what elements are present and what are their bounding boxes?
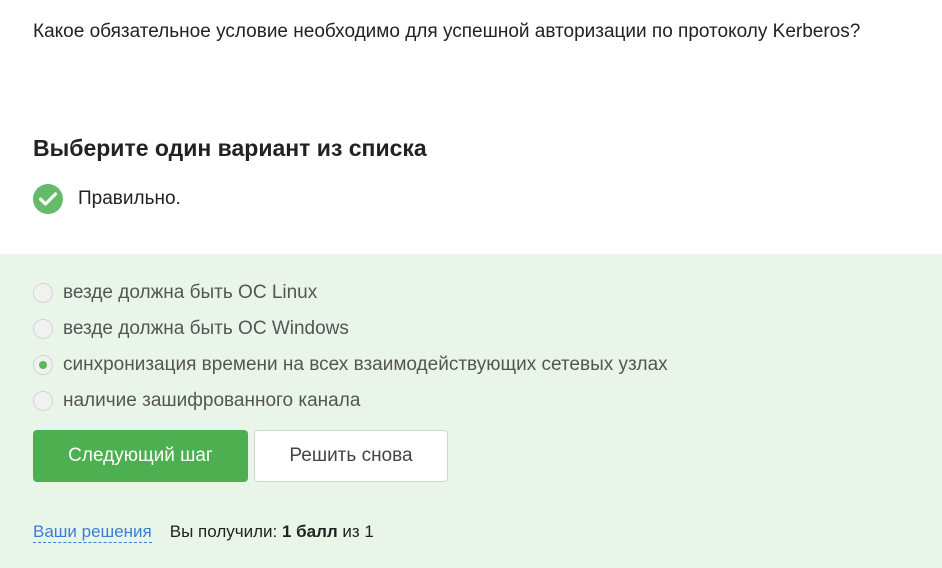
radio-button-selected[interactable]	[33, 355, 53, 375]
option-item[interactable]: наличие зашифрованного канала	[33, 383, 668, 419]
action-buttons: Следующий шаг Решить снова	[33, 430, 448, 482]
result-text: Правильно.	[78, 188, 181, 209]
radio-selected-dot	[39, 361, 47, 369]
next-step-button[interactable]: Следующий шаг	[33, 430, 248, 482]
answer-panel: везде должна быть ОС Linux везде должна …	[0, 254, 942, 568]
radio-button[interactable]	[33, 283, 53, 303]
your-solutions-link[interactable]: Ваши решения	[33, 522, 152, 543]
instruction-heading: Выберите один вариант из списка	[33, 135, 427, 161]
option-item-selected[interactable]: синхронизация времени на всех взаимодейс…	[33, 347, 668, 383]
check-circle-icon	[33, 184, 63, 214]
radio-button[interactable]	[33, 319, 53, 339]
score-text: Вы получили: 1 балл из 1	[170, 522, 374, 542]
radio-button[interactable]	[33, 391, 53, 411]
retry-button[interactable]: Решить снова	[254, 430, 448, 482]
score-prefix: Вы получили:	[169, 522, 282, 541]
option-label: синхронизация времени на всех взаимодейс…	[63, 354, 668, 375]
question-text: Какое обязательное условие необходимо дл…	[33, 21, 861, 42]
score-value: 1 балл	[281, 522, 338, 541]
options-list: везде должна быть ОС Linux везде должна …	[33, 275, 668, 419]
option-label: везде должна быть ОС Windows	[63, 318, 349, 339]
option-label: везде должна быть ОС Linux	[63, 282, 318, 303]
option-label: наличие зашифрованного канала	[63, 390, 361, 411]
result-status: Правильно.	[33, 184, 181, 214]
score-suffix: из 1	[337, 522, 374, 541]
step-page: Какое обязательное условие необходимо дл…	[0, 0, 942, 568]
option-item[interactable]: везде должна быть ОС Windows	[33, 311, 668, 347]
submission-footer: Ваши решения Вы получили: 1 балл из 1	[33, 522, 374, 543]
option-item[interactable]: везде должна быть ОС Linux	[33, 275, 668, 311]
